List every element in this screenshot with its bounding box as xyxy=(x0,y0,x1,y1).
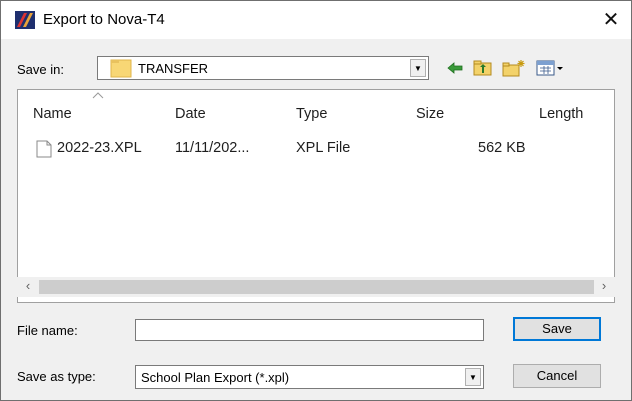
horizontal-scrollbar[interactable]: ‹ › xyxy=(17,277,615,297)
column-header-length[interactable]: Length xyxy=(539,106,583,122)
file-icon xyxy=(36,140,52,158)
scrollbar-thumb[interactable] xyxy=(39,280,594,294)
file-date-cell: 11/11/202... xyxy=(175,140,250,156)
column-header-size[interactable]: Size xyxy=(416,106,444,122)
file-name-label: File name: xyxy=(17,323,78,338)
folder-icon xyxy=(110,59,132,78)
file-name-cell: 2022-23.XPL xyxy=(57,140,142,156)
column-header-date[interactable]: Date xyxy=(175,106,206,122)
save-as-type-dropdown[interactable]: School Plan Export (*.xpl) ▼ xyxy=(135,365,484,389)
sort-ascending-icon xyxy=(92,92,104,99)
window-title: Export to Nova-T4 xyxy=(43,11,165,28)
new-folder-icon[interactable] xyxy=(502,58,526,78)
cancel-button[interactable]: Cancel xyxy=(513,364,601,388)
up-folder-icon[interactable] xyxy=(473,58,493,78)
file-type-cell: XPL File xyxy=(296,140,351,156)
column-header-type[interactable]: Type xyxy=(296,106,327,122)
save-in-value: TRANSFER xyxy=(138,61,209,76)
save-button[interactable]: Save xyxy=(513,317,601,341)
chevron-down-icon[interactable]: ▼ xyxy=(465,368,481,386)
scroll-right-icon[interactable]: › xyxy=(595,277,613,297)
view-menu-icon[interactable] xyxy=(536,58,566,78)
column-header-name[interactable]: Name xyxy=(33,106,72,122)
file-size-cell: 562 KB xyxy=(478,140,526,156)
file-name-input[interactable] xyxy=(135,319,484,341)
close-button[interactable]: ✕ xyxy=(591,1,631,39)
save-in-label: Save in: xyxy=(17,62,64,77)
app-logo-icon xyxy=(15,11,35,29)
save-as-type-value: School Plan Export (*.xpl) xyxy=(141,370,290,385)
export-dialog: Export to Nova-T4 ✕ Save in: TRANSFER ▼ … xyxy=(0,0,632,401)
title-bar: Export to Nova-T4 ✕ xyxy=(1,1,631,39)
save-in-dropdown[interactable]: TRANSFER ▼ xyxy=(97,56,429,80)
scroll-left-icon[interactable]: ‹ xyxy=(19,277,37,297)
save-as-type-label: Save as type: xyxy=(17,369,96,384)
back-arrow-icon[interactable] xyxy=(445,58,465,78)
chevron-down-icon[interactable]: ▼ xyxy=(410,59,426,77)
file-list[interactable]: Name Date Type Size Length 2022-23.XPL 1… xyxy=(17,89,615,303)
